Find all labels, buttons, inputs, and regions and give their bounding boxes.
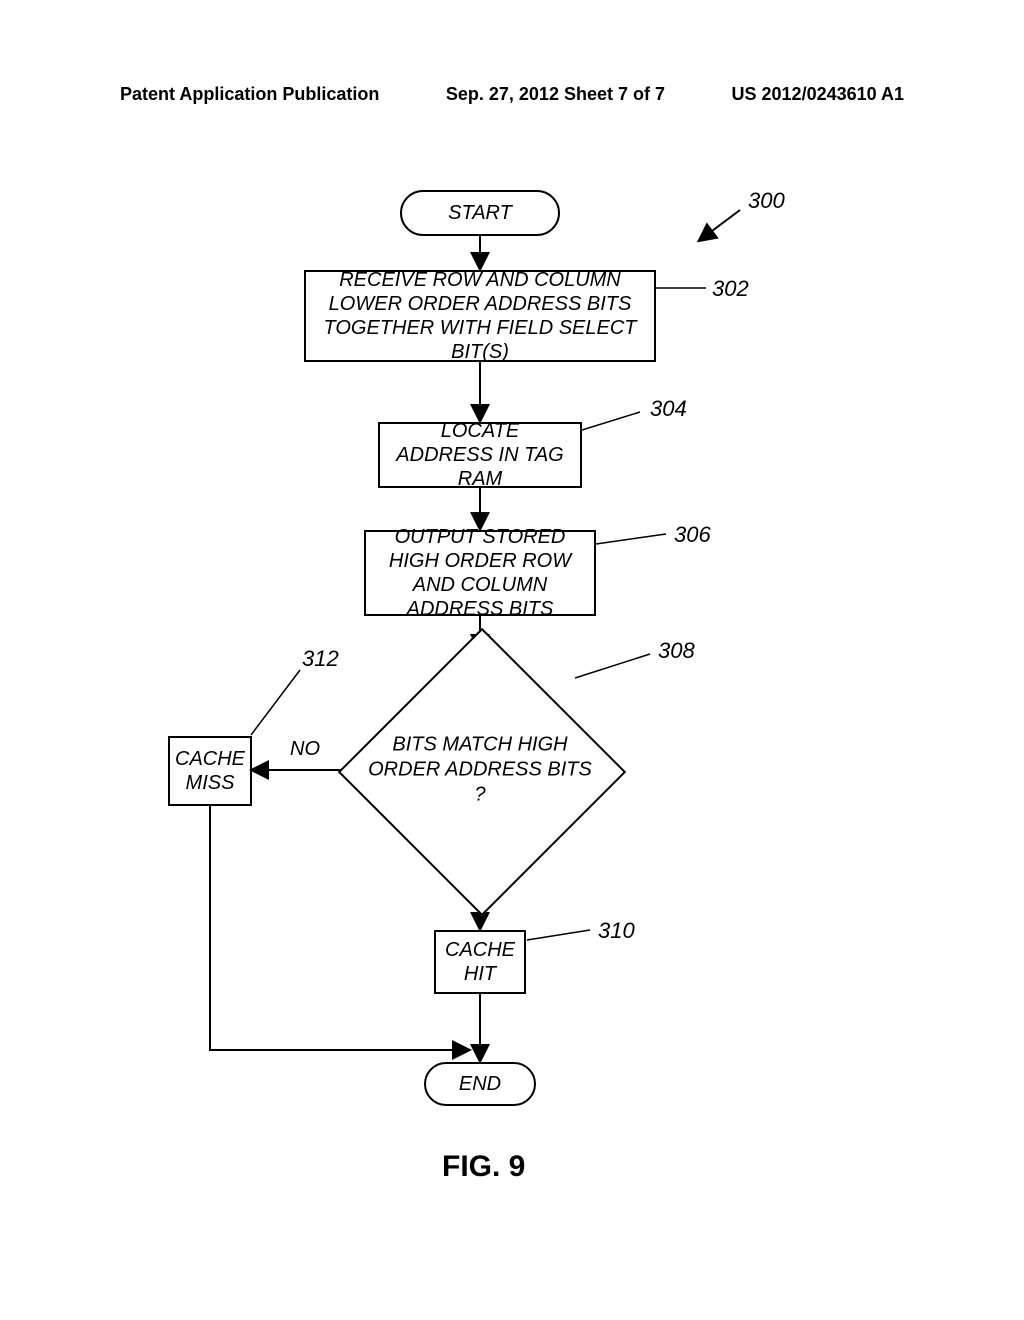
terminator-end: END xyxy=(424,1062,536,1106)
ref-300: 300 xyxy=(748,188,785,214)
page-header: Patent Application Publication Sep. 27, … xyxy=(0,84,1024,105)
decision-308-text: BITS MATCH HIGH ORDER ADDRESS BITS ? xyxy=(360,733,600,808)
header-left: Patent Application Publication xyxy=(120,84,379,105)
process-310: CACHE HIT xyxy=(434,930,526,994)
ref-306: 306 xyxy=(674,522,711,548)
process-304: LOCATE ADDRESS IN TAG RAM xyxy=(378,422,582,488)
ref-310: 310 xyxy=(598,918,635,944)
start-label: START xyxy=(448,201,512,225)
process-306: OUTPUT STORED HIGH ORDER ROW AND COLUMN … xyxy=(364,530,596,616)
ref-302: 302 xyxy=(712,276,749,302)
header-center: Sep. 27, 2012 Sheet 7 of 7 xyxy=(446,84,665,105)
ref-312: 312 xyxy=(302,646,339,672)
figure-caption: FIG. 9 xyxy=(442,1150,525,1184)
header-right: US 2012/0243610 A1 xyxy=(732,84,904,105)
process-302: RECEIVE ROW AND COLUMN LOWER ORDER ADDRE… xyxy=(304,270,656,362)
end-label: END xyxy=(459,1072,501,1096)
ref-308: 308 xyxy=(658,638,695,664)
process-306-text: OUTPUT STORED HIGH ORDER ROW AND COLUMN … xyxy=(376,525,584,621)
process-304-text: LOCATE ADDRESS IN TAG RAM xyxy=(390,419,570,491)
process-310-text: CACHE HIT xyxy=(445,938,515,986)
terminator-start: START xyxy=(400,190,560,236)
process-302-text: RECEIVE ROW AND COLUMN LOWER ORDER ADDRE… xyxy=(316,268,644,364)
ref-304: 304 xyxy=(650,396,687,422)
process-312-text: CACHE MISS xyxy=(175,747,245,795)
flowchart: START RECEIVE ROW AND COLUMN LOWER ORDER… xyxy=(0,130,1024,1180)
process-312: CACHE MISS xyxy=(168,736,252,806)
edge-label-no: NO xyxy=(290,738,320,761)
